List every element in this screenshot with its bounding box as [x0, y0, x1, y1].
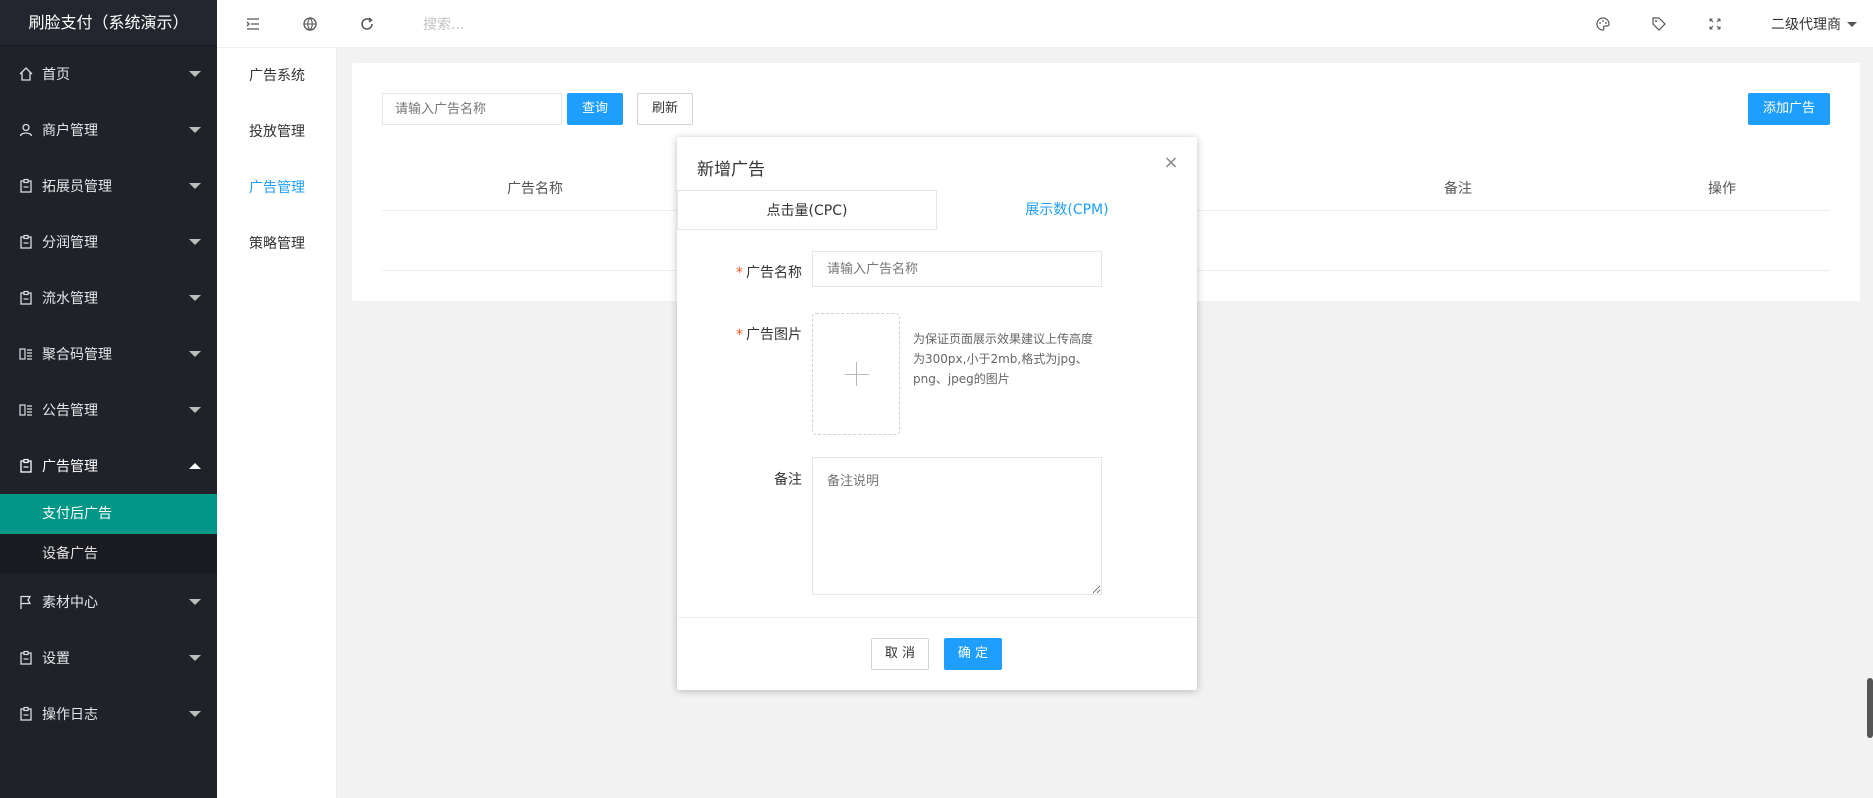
column-header-ad-name: 广告名称 [507, 181, 563, 197]
sidebar-item-home[interactable]: 首页 [0, 46, 217, 102]
add-ad-dialog: 新增广告 × 点击量(CPC) 展示数(CPM) *广告名称 *广告图片 为保证… [677, 137, 1197, 690]
sidebar-item-materials[interactable]: 素材中心 [0, 574, 217, 630]
sidebar-submenu-ads: 支付后广告 设备广告 [0, 494, 217, 574]
sidebar-item-label: 公告管理 [42, 403, 98, 419]
column-header-remark: 备注 [1444, 181, 1472, 197]
sidebar-item-settings[interactable]: 设置 [0, 630, 217, 686]
sidebar-item-profit-sharing[interactable]: 分润管理 [0, 214, 217, 270]
sidebar-item-expanders[interactable]: 拓展员管理 [0, 158, 217, 214]
ad-name-label: * 广告名称 [736, 265, 802, 281]
flag-icon [18, 594, 34, 610]
clipboard-icon [18, 234, 34, 250]
sidebar-subitem-device-ads[interactable]: 设备广告 [0, 534, 217, 574]
sidebar-item-label: 操作日志 [42, 707, 98, 723]
sidebar-item-label: 首页 [42, 67, 70, 83]
chevron-down-icon [189, 351, 201, 357]
user-icon [18, 122, 34, 138]
tag-icon[interactable] [1649, 14, 1669, 34]
sidebar-item-aggregate-code[interactable]: 聚合码管理 [0, 326, 217, 382]
cancel-button[interactable]: 取 消 [871, 638, 929, 670]
sidebar-subitem-post-payment-ads[interactable]: 支付后广告 [0, 494, 217, 534]
remark-label: 备注 [774, 472, 802, 488]
close-icon[interactable]: × [1163, 154, 1179, 172]
chevron-down-icon [189, 183, 201, 189]
secondary-nav: 广告系统 投放管理 广告管理 策略管理 [217, 48, 337, 798]
chevron-down-icon [189, 655, 201, 661]
sidebar-item-label: 商户管理 [42, 123, 98, 139]
menu-collapse-icon[interactable] [243, 14, 263, 34]
list-icon [18, 346, 34, 362]
globe-icon[interactable] [300, 14, 320, 34]
sidebar-item-label: 广告管理 [42, 459, 98, 475]
dialog-title: 新增广告 [697, 160, 765, 180]
sidebar-item-label: 流水管理 [42, 291, 98, 307]
list-icon [18, 402, 34, 418]
ad-name-search-input[interactable] [382, 93, 562, 125]
sidebar-item-label: 聚合码管理 [42, 347, 112, 363]
fullscreen-icon[interactable] [1705, 14, 1725, 34]
app-logo: 刷脸支付（系统演示） [0, 0, 217, 46]
sidebar-item-label: 设置 [42, 651, 70, 667]
chevron-down-icon [189, 71, 201, 77]
clipboard-icon [18, 706, 34, 722]
sidebar-item-announcements[interactable]: 公告管理 [0, 382, 217, 438]
subnav-item-ad-system[interactable]: 广告系统 [217, 48, 336, 104]
home-icon [18, 66, 34, 82]
chevron-up-icon [189, 463, 201, 469]
top-header: 搜索... 二级代理商 [217, 0, 1873, 48]
image-upload-box[interactable] [812, 313, 900, 435]
sidebar-item-ads[interactable]: 广告管理 [0, 438, 217, 494]
clipboard-icon [18, 650, 34, 666]
clipboard-icon [18, 178, 34, 194]
ad-name-input[interactable] [812, 251, 1102, 287]
chevron-down-icon [189, 239, 201, 245]
sidebar-item-merchants[interactable]: 商户管理 [0, 102, 217, 158]
chevron-down-icon [1847, 21, 1857, 27]
refresh-button[interactable]: 刷新 [637, 93, 694, 125]
chevron-down-icon [189, 407, 201, 413]
chevron-down-icon [189, 599, 201, 605]
subnav-item-ad-management[interactable]: 广告管理 [217, 160, 336, 216]
remark-textarea[interactable] [812, 457, 1102, 595]
clipboard-icon [18, 290, 34, 306]
column-header-actions: 操作 [1708, 181, 1736, 197]
sidebar-item-operation-log[interactable]: 操作日志 [0, 686, 217, 742]
sidebar-item-label: 素材中心 [42, 595, 98, 611]
subnav-item-strategy[interactable]: 策略管理 [217, 216, 336, 272]
chevron-down-icon [189, 711, 201, 717]
page-scrollbar[interactable] [1867, 678, 1873, 738]
add-ad-button[interactable]: 添加广告 [1747, 93, 1830, 125]
chevron-down-icon [189, 295, 201, 301]
user-menu[interactable]: 二级代理商 [1771, 14, 1857, 34]
sidebar: 刷脸支付（系统演示） 首页 商户管理 拓展员管理 分润管理 流水管理 聚合码管理… [0, 0, 217, 798]
refresh-icon[interactable] [357, 14, 377, 34]
query-button[interactable]: 查询 [567, 93, 624, 125]
tab-cpm[interactable]: 展示数(CPM) [937, 190, 1197, 230]
billing-tabs: 点击量(CPC) 展示数(CPM) [677, 190, 1197, 230]
subnav-item-delivery[interactable]: 投放管理 [217, 104, 336, 160]
sidebar-item-label: 分润管理 [42, 235, 98, 251]
ad-image-label: * 广告图片 [736, 327, 802, 343]
tab-cpc[interactable]: 点击量(CPC) [677, 190, 937, 230]
confirm-button[interactable]: 确 定 [944, 638, 1002, 670]
user-name: 二级代理商 [1771, 17, 1841, 33]
search-input[interactable]: 搜索... [423, 14, 464, 34]
dialog-footer: 取 消 确 定 [677, 617, 1197, 690]
palette-icon[interactable] [1593, 14, 1613, 34]
upload-hint: 为保证页面展示效果建议上传高度为300px,小于2mb,格式为jpg、png、j… [913, 332, 1094, 386]
clipboard-icon [18, 458, 34, 474]
sidebar-item-transactions[interactable]: 流水管理 [0, 270, 217, 326]
chevron-down-icon [189, 127, 201, 133]
sidebar-item-label: 拓展员管理 [42, 179, 112, 195]
